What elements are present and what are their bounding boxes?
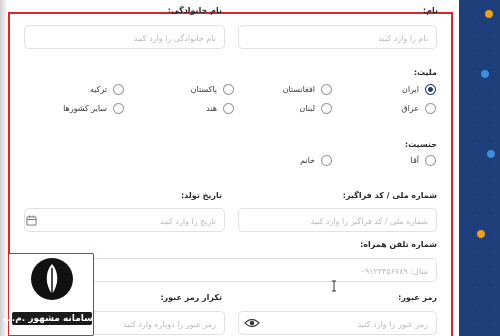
password-field[interactable]	[238, 311, 437, 336]
mobile-label: شماره تلفن همراه:	[360, 240, 437, 249]
birth-date-field[interactable]	[24, 208, 225, 233]
radio-unchecked[interactable]	[425, 103, 436, 114]
password-label: رمز عبور:	[398, 293, 437, 302]
national-id-input[interactable]	[239, 210, 436, 233]
logo-feather-icon	[46, 264, 58, 294]
left-edge-shadow	[0, 0, 8, 336]
option-label: پاکستان	[190, 85, 217, 94]
text-cursor-icon	[332, 280, 336, 292]
first-name-field[interactable]	[238, 25, 437, 50]
strip-dot-blue	[487, 150, 495, 158]
screenshot-stage: نام: نام خانوادگی: ملیت: ایران افغانستان…	[0, 0, 500, 336]
strip-dot-orange	[477, 230, 485, 238]
strip-dot-blue	[481, 70, 489, 78]
nationality-option-turkey[interactable]: ترکیه	[90, 84, 124, 95]
radio-checked[interactable]	[425, 84, 436, 95]
strip-pattern	[459, 0, 500, 336]
last-name-input[interactable]	[25, 27, 224, 50]
radio-unchecked[interactable]	[113, 103, 124, 114]
option-label: ترکیه	[89, 85, 107, 94]
site-logo: سامانه مشهور .م.پ	[2, 253, 94, 336]
calendar-icon[interactable]	[26, 215, 37, 226]
nationality-option-other[interactable]: سایر کشورها	[63, 103, 124, 114]
nationality-option-afghanistan[interactable]: افغانستان	[283, 84, 332, 95]
radio-unchecked[interactable]	[321, 84, 332, 95]
radio-unchecked[interactable]	[321, 155, 332, 166]
nationality-option-iran[interactable]: ایران	[402, 84, 436, 95]
password-confirm-label: تکرار رمز عبور:	[160, 293, 222, 302]
radio-unchecked[interactable]	[113, 84, 124, 95]
radio-unchecked[interactable]	[425, 155, 436, 166]
option-label: سایر کشورها	[63, 104, 107, 113]
strip-dot-orange	[485, 10, 493, 18]
nationality-option-india[interactable]: هند	[206, 103, 234, 114]
first-name-input[interactable]	[239, 27, 436, 50]
eye-icon[interactable]	[244, 317, 260, 329]
nationality-option-lebanon[interactable]: لبنان	[299, 103, 332, 114]
national-id-label: شماره ملی / کد فراگیر:	[342, 191, 437, 200]
password-input[interactable]	[239, 313, 436, 336]
last-name-label: نام خانوادگی:	[167, 6, 222, 15]
option-label: لبنان	[299, 104, 315, 113]
nationality-option-pakistan[interactable]: پاکستان	[191, 84, 234, 95]
option-label: افغانستان	[282, 85, 315, 94]
gender-option-male[interactable]: آقا	[411, 155, 436, 166]
nationality-label: ملیت:	[413, 68, 437, 77]
option-label: آقا	[410, 156, 419, 165]
radio-unchecked[interactable]	[321, 103, 332, 114]
last-name-field[interactable]	[24, 25, 225, 50]
option-label: ایران	[402, 85, 419, 94]
option-label: هند	[206, 104, 217, 113]
first-name-label: نام:	[422, 6, 438, 15]
radio-unchecked[interactable]	[223, 84, 234, 95]
gender-label: جنسیت:	[404, 140, 437, 149]
birth-date-label: تاریخ تولد:	[180, 191, 222, 200]
side-decoration-strip	[459, 0, 500, 336]
logo-text: سامانه مشهور .م.پ	[2, 314, 93, 324]
national-id-field[interactable]	[238, 208, 437, 233]
gender-option-female[interactable]: خانم	[300, 155, 332, 166]
birth-date-input[interactable]	[25, 210, 224, 233]
radio-unchecked[interactable]	[223, 103, 234, 114]
nationality-option-iraq[interactable]: عراق	[401, 103, 436, 114]
option-label: عراق	[401, 104, 419, 113]
option-label: خانم	[300, 156, 315, 165]
